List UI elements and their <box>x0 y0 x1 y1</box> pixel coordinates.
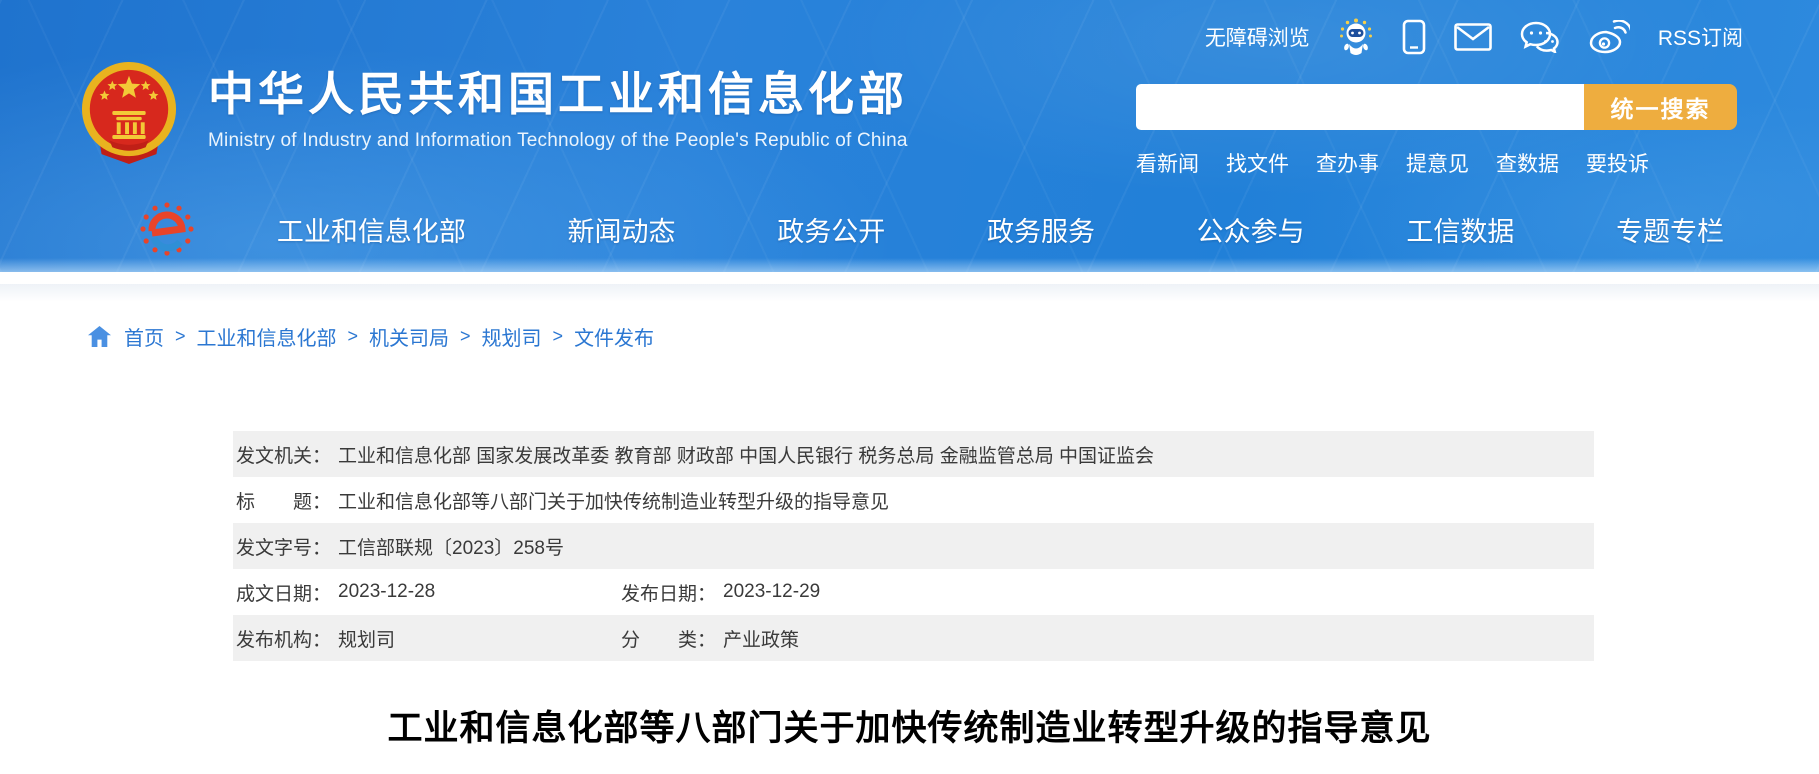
meta-cell-publish-date: 发布日期： 2023-12-29 <box>621 579 820 606</box>
nav-item-miit[interactable]: 工业和信息化部 <box>277 210 466 249</box>
breadcrumb-separator: > <box>175 326 186 347</box>
meta-label: 发文机关： <box>236 441 331 468</box>
national-emblem-icon <box>80 60 178 164</box>
nav-item-gov-services[interactable]: 政务服务 <box>987 210 1095 249</box>
nav-item-miit-data[interactable]: 工信数据 <box>1406 210 1514 249</box>
accessibility-link[interactable]: 无障碍浏览 <box>1205 22 1310 52</box>
logo-block: 中华人民共和国工业和信息化部 Ministry of Industry and … <box>80 60 908 164</box>
quick-link-data[interactable]: 查数据 <box>1496 148 1559 178</box>
breadcrumb-separator: > <box>348 326 359 347</box>
meta-label: 发布日期： <box>621 579 716 606</box>
meta-row-issuing-agency: 发文机关： 工业和信息化部 国家发展改革委 教育部 财政部 中国人民银行 税务总… <box>233 431 1594 477</box>
meta-cell-written-date: 成文日期： 2023-12-28 <box>236 579 621 606</box>
document-meta-table: 发文机关： 工业和信息化部 国家发展改革委 教育部 财政部 中国人民银行 税务总… <box>233 431 1594 661</box>
meta-cell-publisher: 发布机构： 规划司 <box>236 625 621 652</box>
breadcrumb-departments[interactable]: 机关司局 <box>369 322 449 351</box>
meta-row-publisher-category: 发布机构： 规划司 分 类： 产业政策 <box>233 615 1594 661</box>
nav-item-gov-disclosure[interactable]: 政务公开 <box>777 210 885 249</box>
site-header: 无障碍浏览 <box>0 0 1819 272</box>
meta-cell-category: 分 类： 产业政策 <box>621 625 799 652</box>
home-icon[interactable] <box>88 326 111 347</box>
meta-value: 2023-12-29 <box>723 581 820 603</box>
site-subtitle: Ministry of Industry and Information Tec… <box>208 130 908 152</box>
breadcrumb-document-release[interactable]: 文件发布 <box>574 322 654 351</box>
breadcrumb-miit[interactable]: 工业和信息化部 <box>197 322 337 351</box>
meta-cell: 发文机关： 工业和信息化部 国家发展改革委 教育部 财政部 中国人民银行 税务总… <box>236 441 1154 468</box>
meta-row-title: 标 题： 工业和信息化部等八部门关于加快传统制造业转型升级的指导意见 <box>233 477 1594 523</box>
header-divider <box>0 284 1819 302</box>
rss-link[interactable]: RSS订阅 <box>1658 22 1743 52</box>
meta-value: 工业和信息化部 国家发展改革委 教育部 财政部 中国人民银行 税务总局 金融监管… <box>338 441 1154 468</box>
utility-bar: 无障碍浏览 <box>1205 20 1743 54</box>
meta-value: 产业政策 <box>723 625 799 652</box>
meta-label: 发布机构： <box>236 625 331 652</box>
quick-links: 看新闻 找文件 查办事 提意见 查数据 要投诉 <box>1136 148 1737 178</box>
breadcrumb: 首页 > 工业和信息化部 > 机关司局 > 规划司 > 文件发布 <box>88 322 654 351</box>
meta-label: 成文日期： <box>236 579 331 606</box>
meta-cell: 标 题： 工业和信息化部等八部门关于加快传统制造业转型升级的指导意见 <box>236 487 889 514</box>
breadcrumb-separator: > <box>460 326 471 347</box>
meta-value: 规划司 <box>338 625 395 652</box>
meta-label: 分 类： <box>621 625 716 652</box>
breadcrumb-separator: > <box>553 326 564 347</box>
search-input[interactable] <box>1136 84 1584 130</box>
page: 无障碍浏览 <box>0 0 1819 774</box>
article-title: 工业和信息化部等八部门关于加快传统制造业转型升级的指导意见 <box>0 700 1819 751</box>
nav-item-news[interactable]: 新闻动态 <box>568 210 676 249</box>
weibo-icon[interactable] <box>1588 20 1630 54</box>
meta-label: 标 题： <box>236 487 331 514</box>
meta-row-dates: 成文日期： 2023-12-28 发布日期： 2023-12-29 <box>233 569 1594 615</box>
mail-icon[interactable] <box>1454 23 1492 51</box>
quick-link-services[interactable]: 查办事 <box>1316 148 1379 178</box>
mobile-icon[interactable] <box>1402 19 1426 55</box>
site-title: 中华人民共和国工业和信息化部 <box>208 68 908 121</box>
meta-value: 工信部联规〔2023〕258号 <box>338 533 564 560</box>
meta-cell: 发文字号： 工信部联规〔2023〕258号 <box>236 533 564 560</box>
meta-value: 工业和信息化部等八部门关于加快传统制造业转型升级的指导意见 <box>338 487 889 514</box>
quick-link-complaints[interactable]: 要投诉 <box>1586 148 1649 178</box>
main-nav: 工业和信息化部 新闻动态 政务公开 政务服务 公众参与 工信数据 专题专栏 <box>138 198 1775 260</box>
miit-e-logo-icon <box>138 200 196 258</box>
breadcrumb-planning-dept[interactable]: 规划司 <box>482 322 542 351</box>
meta-value: 2023-12-28 <box>338 581 435 603</box>
wechat-icon[interactable] <box>1520 21 1560 53</box>
meta-row-document-number: 发文字号： 工信部联规〔2023〕258号 <box>233 523 1594 569</box>
quick-link-documents[interactable]: 找文件 <box>1226 148 1289 178</box>
breadcrumb-home[interactable]: 首页 <box>124 322 164 351</box>
search-button[interactable]: 统一搜索 <box>1584 84 1737 130</box>
meta-label: 发文字号： <box>236 533 331 560</box>
robot-mascot-icon[interactable] <box>1338 18 1374 56</box>
nav-items: 工业和信息化部 新闻动态 政务公开 政务服务 公众参与 工信数据 专题专栏 <box>226 210 1775 249</box>
nav-item-special-topics[interactable]: 专题专栏 <box>1616 210 1724 249</box>
nav-item-public-participation[interactable]: 公众参与 <box>1197 210 1305 249</box>
quick-link-news[interactable]: 看新闻 <box>1136 148 1199 178</box>
quick-link-suggestions[interactable]: 提意见 <box>1406 148 1469 178</box>
search-area: 统一搜索 看新闻 找文件 查办事 提意见 查数据 要投诉 <box>1136 84 1737 178</box>
